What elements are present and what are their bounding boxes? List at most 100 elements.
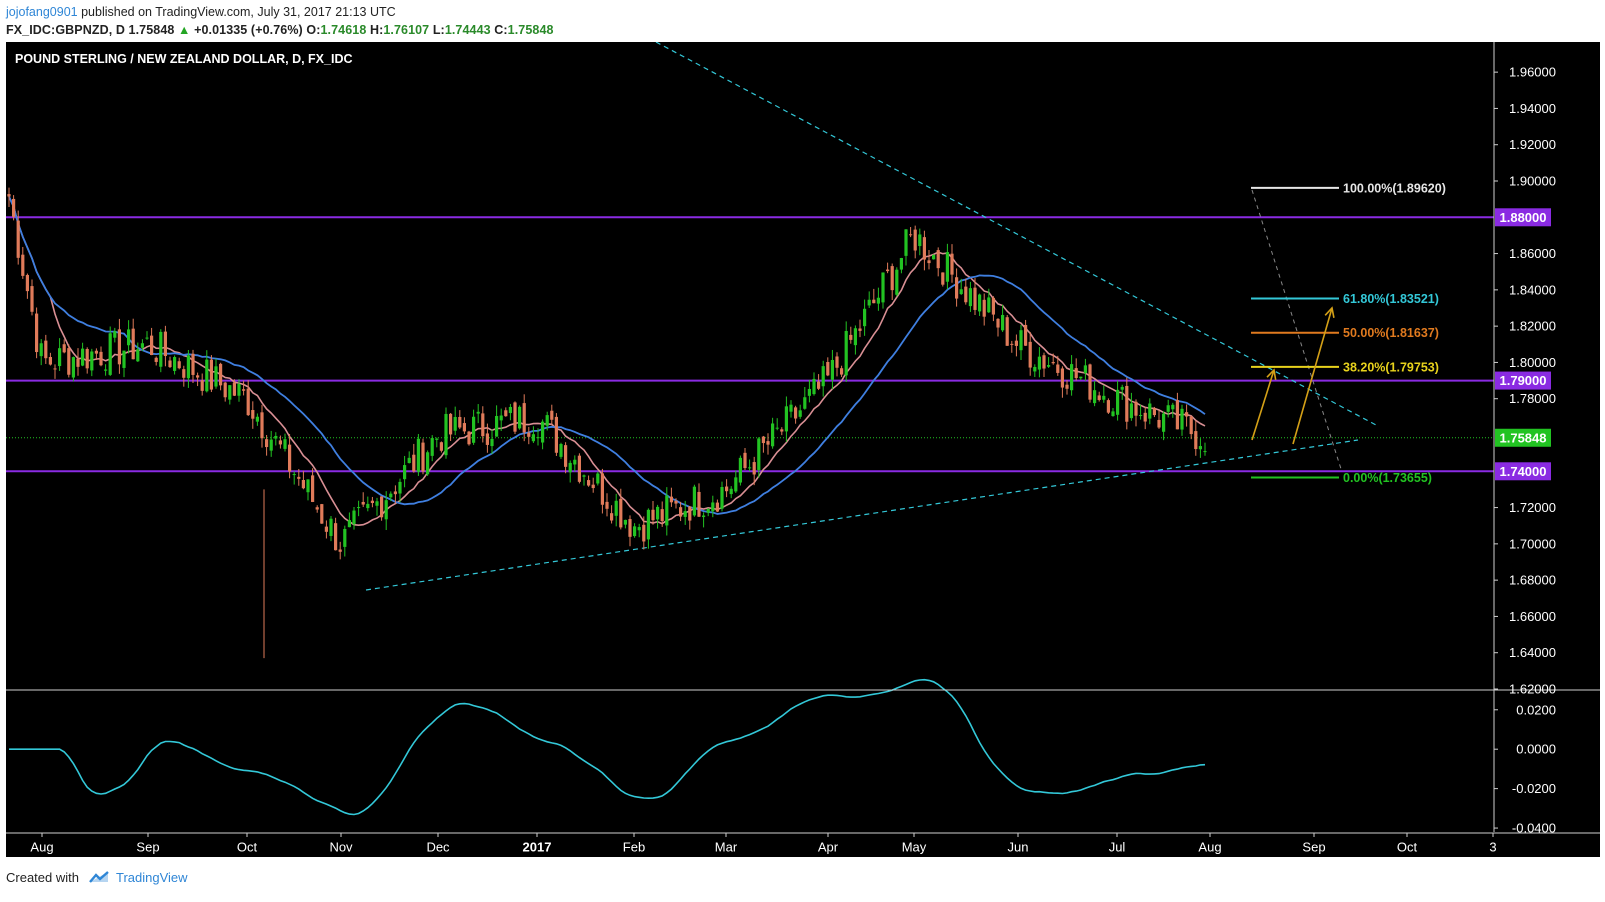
candle-up: [347, 520, 351, 528]
candle-up: [1203, 451, 1207, 453]
low-label: L:: [432, 23, 445, 37]
candle-down: [223, 382, 227, 398]
chart-area[interactable]: 100.00%(1.89620) 61.80%(1.83521) 50.00%(1.…: [6, 41, 1600, 857]
candle-up: [343, 528, 347, 547]
tradingview-logo-icon: [88, 871, 109, 883]
candle-up: [407, 457, 411, 464]
candle-up: [416, 438, 420, 472]
price-tick-label: 1.86000: [1509, 246, 1556, 261]
candle-up: [656, 506, 660, 520]
ohlc-line: FX_IDC:GBPNZD, D 1.75848 ▲ +0.01335 (+0.…: [6, 21, 554, 39]
candle-up: [499, 415, 503, 421]
candle-down: [393, 491, 397, 495]
price-chart-svg[interactable]: 100.00%(1.89620) 61.80%(1.83521) 50.00%(1.…: [6, 41, 1600, 857]
candle-up: [398, 481, 402, 494]
candle-down: [610, 513, 614, 521]
candle-down: [338, 549, 342, 552]
candle-up: [987, 297, 991, 313]
candle-down: [564, 445, 568, 467]
candle-up: [881, 272, 885, 303]
candle-up: [646, 509, 650, 540]
candle-down: [697, 491, 701, 517]
price-tick-label: 1.70000: [1509, 536, 1556, 551]
candle-down: [554, 416, 558, 453]
candle-down: [1005, 317, 1009, 346]
price-change: +0.01335 (+0.76%): [194, 23, 303, 37]
candle-up: [863, 308, 867, 327]
candle-down: [964, 286, 968, 303]
candle-down: [25, 274, 29, 292]
candle-down: [849, 334, 853, 340]
time-tick-label: 3: [1489, 840, 1496, 855]
time-tick-label: Oct: [1397, 840, 1418, 855]
candle-up: [541, 421, 545, 443]
candle-down: [817, 381, 821, 389]
fib-level-label: 38.20%(1.79753): [1343, 360, 1439, 374]
candle-up: [821, 366, 825, 387]
price-tick-label: 1.96000: [1509, 65, 1556, 80]
candle-up: [1001, 314, 1005, 331]
candle-down: [927, 260, 931, 264]
candle-down: [628, 519, 632, 537]
candle-up: [734, 477, 738, 492]
candle-up: [895, 269, 899, 295]
candle-up: [771, 423, 775, 447]
candle-up: [113, 331, 117, 338]
time-tick-label: Aug: [1198, 840, 1221, 855]
fib-level-label: 100.00%(1.89620): [1343, 181, 1446, 195]
candle-down: [12, 198, 16, 217]
time-tick-label: May: [902, 840, 927, 855]
candle-down: [922, 237, 926, 260]
author-link[interactable]: jojofang0901: [6, 5, 78, 19]
candle-down: [242, 389, 246, 391]
candle-down: [752, 462, 756, 475]
candle-down: [53, 368, 57, 370]
candle-down: [246, 388, 250, 416]
level-price-label: 1.79000: [1500, 373, 1547, 388]
candle-up: [720, 486, 724, 509]
candle-down: [467, 431, 471, 445]
candle-down: [131, 328, 135, 360]
candle-down: [278, 440, 282, 445]
candle-up: [58, 348, 62, 367]
candle-up: [945, 252, 949, 282]
candle-down: [421, 442, 425, 472]
candle-down: [209, 359, 213, 390]
candle-down: [950, 253, 954, 275]
candle-down: [794, 407, 798, 419]
high-label: H:: [369, 23, 384, 37]
candle-up: [807, 388, 811, 396]
candle-down: [1143, 412, 1147, 422]
candle-up: [692, 486, 696, 516]
candle-down: [840, 368, 844, 375]
osc-tick-label: -0.0200: [1512, 781, 1556, 796]
candle-up: [1162, 413, 1166, 432]
candle-down: [715, 502, 719, 512]
candle-down: [955, 277, 959, 299]
candle-up: [205, 359, 209, 392]
candle-down: [780, 429, 784, 432]
candle-down: [1175, 400, 1179, 430]
candle-down: [1051, 362, 1055, 364]
candle-down: [163, 331, 167, 357]
candle-down: [260, 412, 264, 439]
candle-up: [472, 416, 476, 443]
candle-up: [1166, 405, 1170, 412]
candle-up: [476, 411, 480, 414]
candle-down: [458, 416, 462, 428]
price-tick-label: 1.62000: [1509, 682, 1556, 697]
candle-down: [872, 299, 876, 304]
levels-layer: [6, 216, 1494, 473]
candle-up: [1033, 366, 1037, 372]
candle-down: [462, 423, 466, 432]
tradingview-brand-link[interactable]: TradingView: [116, 870, 188, 885]
candle-down: [936, 250, 940, 269]
candle-up: [757, 438, 761, 470]
candle-up: [623, 519, 627, 525]
fibonacci-layer: 100.00%(1.89620) 61.80%(1.83521) 50.00%(1.…: [1251, 181, 1446, 485]
candle-down: [642, 524, 646, 542]
candle-up: [1102, 395, 1106, 400]
candle-down: [232, 382, 236, 396]
candle-down: [660, 509, 664, 522]
candle-down: [324, 526, 328, 532]
